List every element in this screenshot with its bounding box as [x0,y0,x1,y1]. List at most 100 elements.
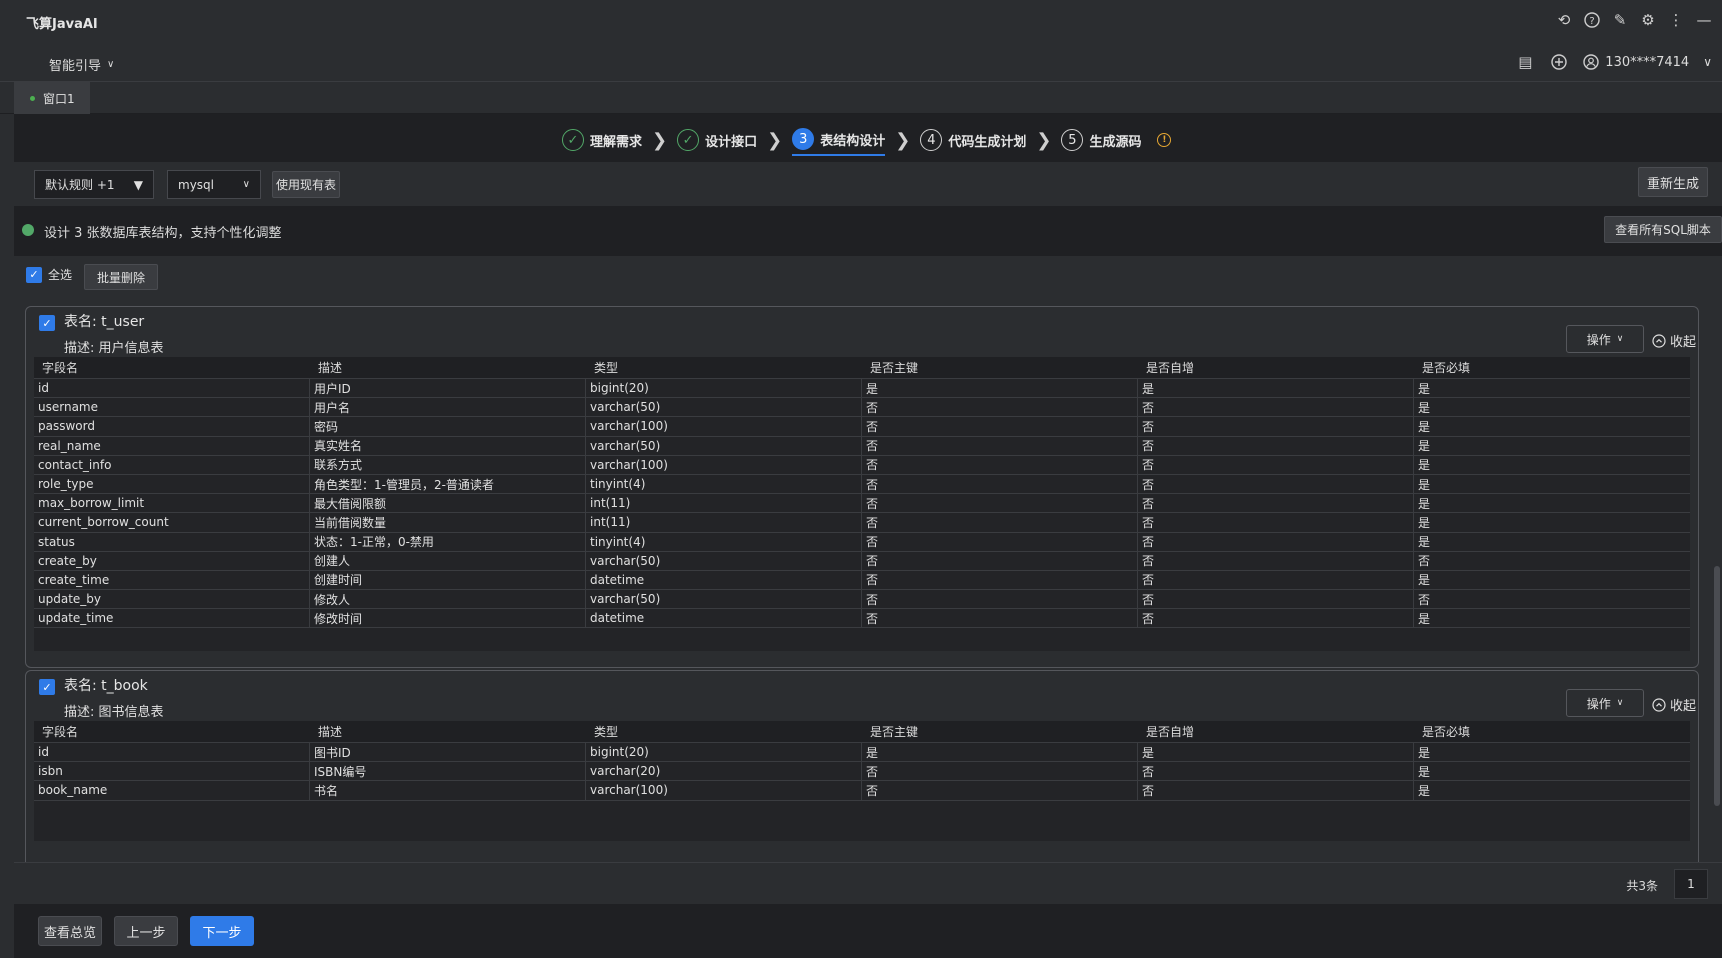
table-cell: 否 [862,609,1138,628]
app-title: 飞算JavaAI [26,17,98,32]
step-interface[interactable]: ✓ 设计接口 [677,124,757,156]
step-progress: ✓ 理解需求 ❯ ✓ 设计接口 ❯ 3 表结构设计 ❯ 4 代码生成计划 ❯ 5… [14,114,1722,162]
table-cell: isbn [34,762,310,781]
table-cell: 最大借阅限额 [310,494,586,513]
step-understand[interactable]: ✓ 理解需求 [562,124,642,156]
table-cell: role_type [34,474,310,494]
operation-dropdown[interactable]: 操作 ∨ [1566,325,1644,353]
view-all-sql-button[interactable]: 查看所有SQL脚本 [1604,216,1722,243]
table-cell: 修改时间 [310,609,586,628]
step-label: 表结构设计 [820,133,886,149]
table-cell: id [34,379,310,398]
table-cell: 是 [1418,535,1431,550]
table-cell: 创建时间 [310,570,586,590]
db-select[interactable]: mysql ∨ [167,170,261,199]
table-cell: 用户名 [310,398,586,417]
table-row[interactable]: id 图书ID bigint(20) 是是是 [34,743,1690,763]
smart-guide-menu[interactable]: 智能引导 ∨ [49,55,114,74]
step-label: 生成源码 [1089,134,1142,150]
collapse-toggle[interactable]: 收起 [1652,695,1696,714]
operation-dropdown[interactable]: 操作 ∨ [1566,689,1644,717]
edit-icon[interactable]: ✎ [1610,10,1630,30]
table-row[interactable]: contact_info 联系方式 varchar(100) 否否是 [34,455,1690,475]
table-row[interactable]: username 用户名 varchar(50) 否否是 [34,398,1690,418]
checkbox-checked-icon[interactable]: ✓ [26,266,42,283]
table-row[interactable]: create_by 创建人 varchar(50) 否否否 [34,551,1690,571]
next-step-button[interactable]: 下一步 [190,916,254,946]
table-row[interactable]: book_name 书名 varchar(100) 否否是 [34,781,1690,801]
page-number[interactable]: 1 [1674,869,1708,899]
table-cell: create_time [34,570,310,590]
settings-icon[interactable]: ⚙ [1638,10,1658,30]
table-cell: 是 [1418,745,1431,760]
table-description: 描述: 图书信息表 [64,705,164,720]
help-icon[interactable]: ? [1582,10,1602,30]
rule-select[interactable]: 默认规则 +1 ▼ [34,170,154,199]
checkbox-checked-icon[interactable]: ✓ [39,315,55,331]
table-row[interactable]: isbn ISBN编号 varchar(20) 否否是 [34,762,1690,782]
table-row[interactable]: create_time 创建时间 datetime 否否是 [34,570,1690,591]
table-row[interactable]: max_borrow_limit 最大借阅限额 int(11) 否否是 [34,494,1690,514]
table-cell: varchar(50) [586,398,862,417]
add-icon[interactable] [1549,52,1569,72]
table-cell: 否 [1138,590,1414,609]
table-cell: varchar(100) [586,781,862,800]
table-cell: 否 [862,474,1138,494]
column-header: 字段名 [42,361,79,375]
table-description: 描述: 用户信息表 [64,341,164,356]
collapse-label: 收起 [1669,335,1696,350]
table-cell: 创建人 [310,551,586,570]
history-icon[interactable]: ⟲ [1554,10,1574,30]
use-existing-table-button[interactable]: 使用现有表 [272,171,340,198]
table-cell: 否 [1138,551,1414,570]
pagination-bar: 共3条 1 [14,862,1722,904]
operation-label: 操作 [1586,696,1611,711]
warning-icon[interactable]: ! [1157,133,1172,147]
table-cell: varchar(50) [586,436,862,455]
table-row[interactable]: real_name 真实姓名 varchar(50) 否否是 [34,436,1690,456]
table-row[interactable]: update_time 修改时间 datetime 否否是 [34,609,1690,629]
collapse-label: 收起 [1669,699,1696,714]
window-icon[interactable]: ▤ [1515,52,1535,72]
batch-delete-button[interactable]: 批量删除 [84,264,158,290]
sub-toolbar-right: ▤ 130****7414 ∨ [1515,52,1712,72]
table-cell: 是 [862,743,1138,762]
table-list: ✓ 全选 批量删除 ✓ 表名: t_user 描述: 用户信息表 操作 ∨ 收起… [14,256,1722,862]
collapse-icon [1652,333,1666,348]
table-cell: 用户ID [310,379,586,398]
table-cell: 否 [862,532,1138,551]
step-table-design[interactable]: 3 表结构设计 [792,124,886,156]
table-cell: 是 [862,379,1138,398]
table-cell: 否 [1138,417,1414,436]
table-cell: varchar(50) [586,590,862,609]
user-menu[interactable]: 130****7414 ∨ [1583,54,1712,70]
table-cell: 否 [1138,513,1414,532]
previous-step-button[interactable]: 上一步 [114,916,178,946]
table-cell: 否 [1138,494,1414,513]
table-cell: 是 [1418,611,1431,626]
minimize-icon[interactable]: — [1694,10,1714,30]
table-row[interactable]: id 用户ID bigint(20) 是是是 [34,379,1690,399]
vertical-scrollbar[interactable] [1714,566,1720,806]
regenerate-button[interactable]: 重新生成 [1638,167,1708,197]
table-row[interactable]: password 密码 varchar(100) 否否是 [34,417,1690,437]
table-cell: int(11) [586,494,862,513]
step-code-plan[interactable]: 4 代码生成计划 [920,124,1026,156]
collapse-toggle[interactable]: 收起 [1652,331,1696,350]
table-row[interactable]: update_by 修改人 varchar(50) 否否否 [34,590,1690,610]
checkbox-checked-icon[interactable]: ✓ [39,679,55,695]
table-cell: 否 [862,513,1138,532]
table-row[interactable]: current_borrow_count 当前借阅数量 int(11) 否否是 [34,513,1690,533]
step-generate-source[interactable]: 5 生成源码 [1061,124,1141,156]
operation-label: 操作 [1586,332,1611,347]
table-cell: password [34,417,310,436]
tab-window-1[interactable]: 窗口1 [14,82,90,114]
table-row[interactable]: status 状态：1-正常，0-禁用 tinyint(4) 否否是 [34,532,1690,552]
select-all[interactable]: ✓ 全选 [26,266,72,283]
table-cell: 否 [1138,532,1414,551]
table-row[interactable]: role_type 角色类型：1-管理员，2-普通读者 tinyint(4) 否否是 [34,474,1690,495]
table-cell: 是 [1418,458,1431,473]
view-overview-button[interactable]: 查看总览 [38,916,102,946]
table-name: 表名: t_book [64,678,148,694]
more-icon[interactable]: ⋮ [1666,10,1686,30]
